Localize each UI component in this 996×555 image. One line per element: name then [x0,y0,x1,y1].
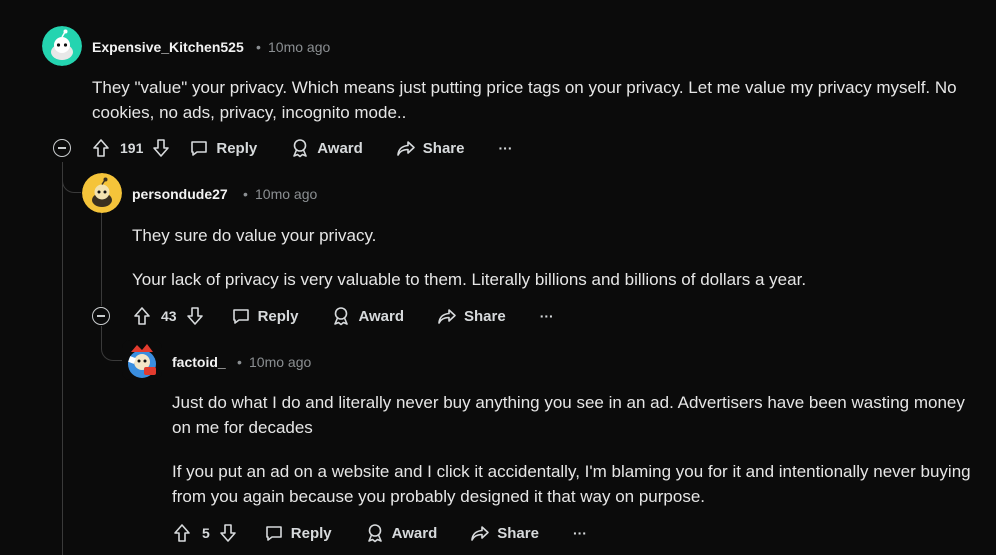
comment-body: They "value" your privacy. Which means j… [92,75,987,125]
downvote-icon[interactable] [185,306,205,326]
share-label: Share [422,139,465,157]
upvote-icon[interactable] [91,138,111,158]
username[interactable]: factoid_ [172,354,226,370]
award-label: Award [317,139,363,157]
share-button[interactable]: Share [470,523,539,543]
award-button[interactable]: Award [365,523,438,543]
collapse-button[interactable] [92,307,110,325]
vote-count: 191 [120,140,144,156]
avatar[interactable] [82,173,122,213]
reply-label: Reply [290,524,332,542]
comment-paragraph: They sure do value your privacy. [132,226,377,245]
action-bar: 5 Reply Award Share ··· [172,521,587,545]
thread-line [101,212,102,306]
thread-elbow [62,162,81,193]
comment-body: Just do what I do and literally never bu… [172,390,972,509]
share-label: Share [497,524,539,542]
share-button[interactable]: Share [396,138,465,158]
reply-button[interactable]: Reply [189,138,257,158]
timestamp[interactable]: 10mo ago [249,354,311,370]
comment-icon [232,309,249,324]
share-icon [438,309,456,324]
vote-count: 5 [202,525,210,541]
more-options-button[interactable]: ··· [540,308,554,324]
award-label: Award [358,307,405,325]
timestamp[interactable]: 10mo ago [268,39,330,55]
share-button[interactable]: Share [437,306,506,326]
comment-paragraph: They "value" your privacy. Which means j… [92,78,957,122]
comment-body: They sure do value your privacy. Your la… [132,223,982,292]
reply-button[interactable]: Reply [264,523,332,543]
award-icon [293,139,308,158]
share-icon [471,526,490,541]
separator-dot: • [256,39,261,55]
award-label: Award [391,524,438,542]
action-bar: 43 Reply Award Share ··· [132,304,554,328]
comment-icon [265,526,282,541]
award-icon [334,307,349,326]
reply-label: Reply [257,307,299,325]
comment-paragraph: Your lack of privacy is very valuable to… [132,270,807,289]
thread-line [62,162,63,555]
comment-icon [191,141,208,156]
more-options-button[interactable]: ··· [573,525,587,541]
downvote-icon[interactable] [218,523,238,543]
downvote-icon[interactable] [151,138,171,158]
reply-label: Reply [216,139,258,157]
username[interactable]: persondude27 [132,186,228,202]
upvote-icon[interactable] [132,306,152,326]
award-icon [367,524,382,543]
comment-paragraph: Just do what I do and literally never bu… [172,393,965,437]
reply-button[interactable]: Reply [231,306,299,326]
timestamp[interactable]: 10mo ago [255,186,317,202]
avatar[interactable] [122,340,162,380]
upvote-icon[interactable] [172,523,192,543]
share-icon [396,141,415,156]
award-button[interactable]: Award [331,306,404,326]
username[interactable]: Expensive_Kitchen525 [92,39,244,55]
action-bar: 191 Reply Award Share ··· [91,136,513,160]
award-button[interactable]: Award [290,138,363,158]
share-label: Share [464,307,506,325]
separator-dot: • [243,186,248,202]
separator-dot: • [237,354,242,370]
collapse-button[interactable] [53,139,71,157]
comment-paragraph: If you put an ad on a website and I clic… [172,462,971,506]
avatar[interactable] [42,26,82,66]
more-options-button[interactable]: ··· [499,140,513,156]
vote-count: 43 [161,308,177,324]
thread-elbow [101,326,122,361]
